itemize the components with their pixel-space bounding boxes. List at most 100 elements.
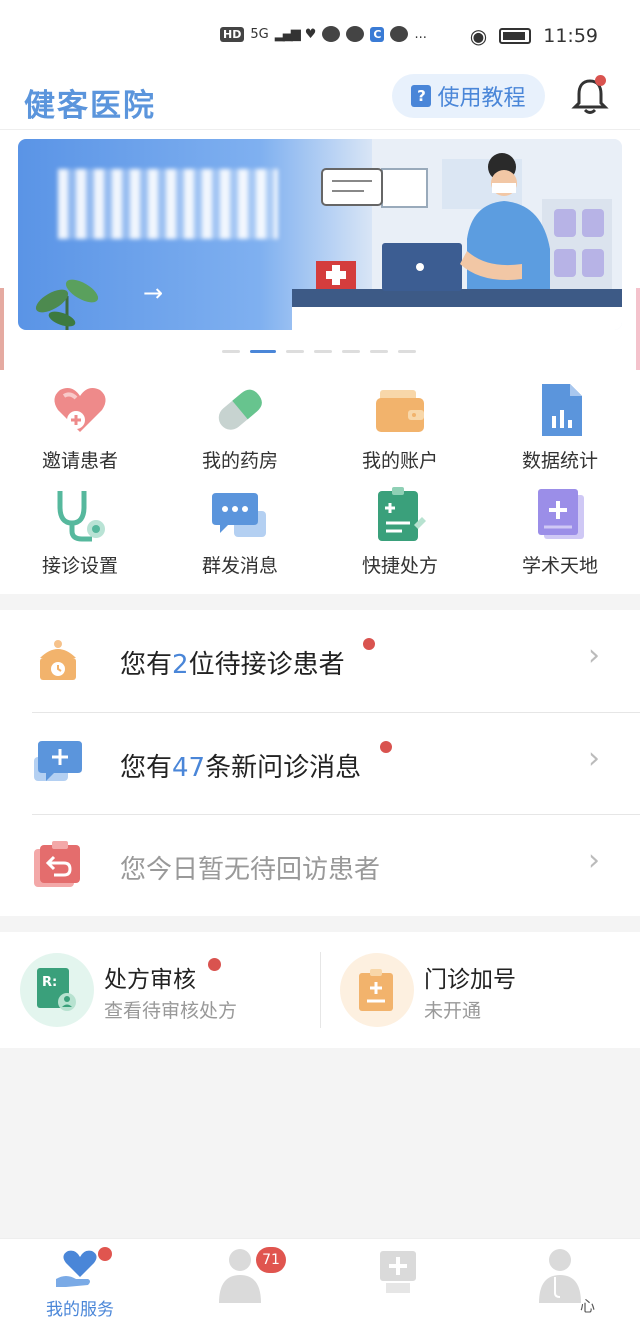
- carousel-dot-active[interactable]: [250, 350, 276, 353]
- doctor-icon: [539, 1249, 581, 1303]
- chart-doc-icon: [542, 384, 582, 436]
- tab-patients[interactable]: 71: [160, 1239, 320, 1321]
- notice-text: 您有47条新问诊消息: [120, 747, 361, 784]
- clipboard-plus-icon: [359, 969, 393, 1011]
- tab-clinic[interactable]: [320, 1239, 480, 1321]
- eye-icon: ◉: [469, 24, 488, 48]
- battery-icon: [499, 28, 532, 44]
- rx-label: R:: [42, 975, 57, 990]
- carousel-dot[interactable]: [222, 350, 240, 353]
- grid-item-academic[interactable]: 学术天地: [480, 479, 640, 584]
- grid-item-group-message[interactable]: 群发消息: [160, 479, 320, 584]
- carousel-dot[interactable]: [286, 350, 304, 353]
- notice-new-messages[interactable]: 您有47条新问诊消息 ›: [0, 713, 640, 815]
- pill-icon: [218, 389, 262, 430]
- service-cards: R: 处方审核 查看待审核处方 门诊加号 未开通: [0, 932, 640, 1048]
- signal-icon: ▂▄▆: [274, 26, 301, 42]
- plant-icon: [35, 279, 99, 330]
- notification-dot: [595, 75, 606, 86]
- grid-label: 我的账户: [361, 450, 438, 472]
- pending-patient-count: 2: [172, 650, 189, 680]
- notice-text: 您今日暂无待回访患者: [120, 855, 381, 885]
- notice-pending-patients[interactable]: 您有2位待接诊患者 ›: [0, 610, 640, 712]
- help-icon: ?: [411, 85, 432, 107]
- grid-item-my-pharmacy[interactable]: 我的药房: [160, 374, 320, 479]
- grid-item-invite-patient[interactable]: 邀请患者: [0, 374, 160, 479]
- app-icon: C: [370, 26, 385, 42]
- medical-box-icon: [380, 1251, 416, 1293]
- grid-item-my-account[interactable]: 我的账户: [320, 374, 480, 479]
- carousel-dot[interactable]: [370, 350, 388, 353]
- grid-item-consult-settings[interactable]: 接诊设置: [0, 479, 160, 584]
- notice-list: 您有2位待接诊患者 › 您有47条新问诊消息 › 您今日暂无待回访患者 ›: [0, 610, 640, 916]
- hd-indicator: HD: [220, 26, 245, 42]
- clinic-extra-slot-card[interactable]: 门诊加号 未开通: [320, 932, 640, 1048]
- tab-my-services[interactable]: 我的服务: [0, 1239, 160, 1321]
- invite-heart-icon: [54, 388, 106, 432]
- unread-dot: [98, 1247, 112, 1261]
- grid-label: 群发消息: [201, 555, 278, 577]
- chevron-right-icon: ›: [588, 638, 600, 673]
- wechat-icon: [322, 26, 341, 42]
- card-subtitle: 查看待审核处方: [104, 1000, 238, 1022]
- notice-suffix: 位待接诊患者: [188, 650, 345, 680]
- tutorial-button[interactable]: ? 使用教程: [392, 74, 545, 118]
- app-header: 健客医院 ? 使用教程: [0, 72, 640, 130]
- patient-count-badge: 71: [256, 1247, 286, 1273]
- pharmacy-illustration: [292, 139, 622, 330]
- unread-dot: [380, 741, 392, 753]
- card-title: 处方审核: [104, 967, 196, 993]
- arrow-right-icon: →: [143, 279, 164, 307]
- function-grid: 邀请患者 我的药房 我的账户 数据统计 接诊设置 群发消息 快捷处方 学术天地: [0, 370, 640, 594]
- notice-suffix: 条新问诊消息: [205, 753, 362, 783]
- wallet-icon: [376, 390, 424, 432]
- grid-label: 数据统计: [521, 450, 598, 472]
- more-icon: ...: [414, 26, 427, 42]
- grid-label: 我的药房: [201, 450, 278, 472]
- book-plus-icon: [538, 489, 584, 539]
- return-clipboard-icon: [34, 841, 80, 887]
- network-indicator: 5G: [250, 26, 269, 42]
- banner-text-blurred: [58, 169, 278, 239]
- carousel-dots: [222, 350, 416, 353]
- prescription-icon: [378, 487, 426, 541]
- bottom-tab-bar: 我的服务 71 心: [0, 1238, 640, 1321]
- chevron-right-icon: ›: [588, 843, 600, 878]
- unread-dot: [363, 638, 375, 650]
- carousel-dot[interactable]: [342, 350, 360, 353]
- banner-area: →: [0, 130, 640, 438]
- prescription-review-icon: R:: [37, 968, 76, 1011]
- stethoscope-icon: [57, 491, 105, 542]
- new-message-count: 47: [172, 753, 206, 783]
- reception-bell-icon: [40, 640, 76, 680]
- grid-label: 接诊设置: [41, 555, 118, 577]
- grid-label: 学术天地: [521, 555, 598, 577]
- carousel-dot[interactable]: [398, 350, 416, 353]
- message-icon: [346, 26, 365, 42]
- heart-icon: ♥: [304, 26, 317, 42]
- tutorial-label: 使用教程: [437, 86, 526, 111]
- prescription-review-card[interactable]: R: 处方审核 查看待审核处方: [0, 932, 320, 1048]
- app-title: 健客医院: [24, 88, 156, 124]
- grid-item-data-statistics[interactable]: 数据统计: [480, 374, 640, 479]
- grid-label: 快捷处方: [361, 555, 438, 577]
- chevron-right-icon: ›: [588, 741, 600, 776]
- globe-icon: [390, 26, 409, 42]
- notice-text: 您有2位待接诊患者: [120, 644, 345, 681]
- message-plus-icon: [34, 741, 82, 781]
- promo-banner[interactable]: →: [18, 139, 622, 330]
- notice-prefix: 您有: [120, 650, 173, 680]
- grid-item-quick-prescription[interactable]: 快捷处方: [320, 479, 480, 584]
- status-time: 11:59: [543, 25, 598, 47]
- card-title: 门诊加号: [424, 967, 516, 993]
- tab-label: 我的服务: [46, 1300, 114, 1320]
- notice-prefix: 您有: [120, 753, 173, 783]
- tab-label-partial: 心: [580, 1297, 596, 1315]
- notice-follow-up[interactable]: 您今日暂无待回访患者 ›: [0, 815, 640, 917]
- status-icons-left: HD 5G ▂▄▆ ♥ C ...: [220, 26, 427, 42]
- chat-bubble-icon: [212, 493, 266, 537]
- tab-profile[interactable]: 心: [480, 1239, 640, 1321]
- carousel-dot[interactable]: [314, 350, 332, 353]
- grid-label: 邀请患者: [41, 450, 118, 472]
- status-icons-right: ◉ 11:59: [470, 24, 598, 48]
